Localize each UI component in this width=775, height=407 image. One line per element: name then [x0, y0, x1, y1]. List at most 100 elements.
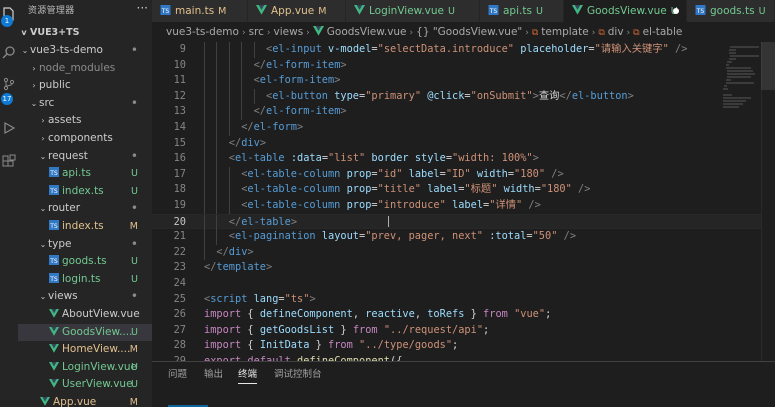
code-line[interactable]: 16 <el-table :data="list" border style="w… — [152, 151, 775, 167]
vue-file-icon — [49, 379, 59, 389]
panel-tab[interactable]: 问题 — [168, 366, 187, 384]
code-line[interactable]: 9 <el-input v-model="selectData.introduce… — [152, 42, 775, 58]
line-number: 12 — [173, 89, 186, 102]
search-icon[interactable] — [1, 44, 17, 60]
tree-item[interactable]: TS api.ts U — [18, 165, 152, 183]
tree-item[interactable]: App.vue M — [18, 394, 152, 407]
code-line[interactable]: 14 </el-form> — [152, 120, 775, 136]
tree-item[interactable]: ⌄ vue3-ts-demo • — [18, 42, 152, 60]
tree-item[interactable]: ⌄ router • — [18, 200, 152, 218]
git-status-badge: U — [131, 185, 138, 197]
editor-tab[interactable]: TS api.ts U — [480, 0, 564, 22]
workspace-header[interactable]: v VUE3+TS — [18, 24, 152, 41]
extensions-icon[interactable] — [1, 154, 17, 170]
tree-item[interactable]: HomeView.... M — [18, 341, 152, 359]
panel-tab[interactable]: 调试控制台 — [274, 366, 322, 384]
code-line[interactable]: 18 <el-table-column prop="title" label="标… — [152, 182, 775, 198]
tree-item[interactable]: TS index.ts M — [18, 218, 152, 236]
tab-status-badge: U — [447, 6, 455, 17]
breadcrumb-item[interactable]: GoodsView.vue — [327, 26, 407, 38]
editor-tab[interactable]: LoginView.vue U — [346, 0, 480, 22]
chevron-down-icon: ⌄ — [30, 98, 38, 108]
line-number: 15 — [173, 136, 186, 149]
tree-item[interactable]: ⌄ type • — [18, 236, 152, 254]
svg-text:TS: TS — [49, 276, 58, 283]
editor-tabs: TS main.ts M App.vue M LoginView.vue U TS api.ts… — [152, 0, 775, 22]
tree-item-label: components — [48, 132, 113, 144]
code-line[interactable]: 12 <el-button type="primary" @click="onSu… — [152, 88, 775, 105]
tree-item[interactable]: TS goods.ts U — [18, 253, 152, 271]
tree-item[interactable]: TS index.ts U — [18, 183, 152, 201]
code-line[interactable]: 15 </div> — [152, 135, 775, 152]
git-status-badge: • — [130, 289, 138, 304]
vue-file-icon — [49, 326, 59, 336]
breadcrumb-item[interactable]: template — [541, 26, 588, 38]
tab-status-badge: M — [318, 6, 327, 17]
code-line[interactable]: 21 <el-pagination layout="prev, pager, ne… — [152, 229, 775, 245]
code-line[interactable]: 24 — [152, 276, 775, 292]
tab-label: api.ts — [503, 5, 532, 17]
minimap[interactable] — [721, 42, 761, 361]
code-line[interactable]: 26 import { defineComponent, reactive, to… — [152, 307, 775, 323]
line-number: 11 — [173, 74, 186, 87]
code-editor[interactable]: 9 <el-input v-model="selectData.introduce… — [152, 42, 775, 361]
code-line[interactable]: 13 </el-form-item> — [152, 104, 775, 120]
tree-item[interactable]: › node_modules — [18, 60, 152, 78]
git-status-badge: M — [129, 344, 138, 356]
scrollbar-thumb[interactable] — [761, 42, 775, 90]
panel-tab[interactable]: 终端 — [238, 366, 258, 384]
svg-text:TS: TS — [489, 8, 498, 15]
code-line[interactable]: 22 </div> — [152, 244, 775, 261]
breadcrumb-item[interactable]: el-table — [643, 26, 683, 38]
git-status-badge: M — [129, 397, 138, 407]
tree-item[interactable]: GoodsView.... U — [18, 323, 152, 342]
breadcrumb-item[interactable]: div — [608, 26, 624, 38]
source-control-icon[interactable] — [1, 76, 17, 92]
chevron-right-icon: › — [41, 134, 45, 143]
panel-tab[interactable]: 输出 — [204, 366, 223, 384]
code-line[interactable]: 28 import { InitData } from "../type/good… — [152, 338, 775, 354]
tree-item[interactable]: › assets — [18, 112, 152, 130]
code-line[interactable]: 25 <script lang="ts"> — [152, 292, 775, 308]
tree-item[interactable]: TS login.ts U — [18, 271, 152, 289]
git-status-badge: U — [131, 379, 138, 391]
code-line[interactable]: 11 <el-form-item> — [152, 73, 775, 89]
tree-item[interactable]: LoginView.vue U — [18, 359, 152, 377]
line-number: 9 — [179, 43, 186, 55]
tab-status-badge: U — [758, 6, 766, 17]
code-line[interactable]: 27 import { getGoodsList } from "../reque… — [152, 323, 775, 339]
breadcrumb-item[interactable]: views — [274, 26, 304, 38]
editor-tab[interactable]: App.vue M — [248, 0, 346, 22]
tree-item[interactable]: › public — [18, 77, 152, 95]
more-actions-icon[interactable]: ··· — [137, 1, 148, 15]
code-line[interactable]: 29 export default defineComponent({ — [152, 354, 775, 361]
code-line[interactable]: 17 <el-table-column prop="id" label="ID" … — [152, 166, 775, 183]
breadcrumb-item[interactable]: {} "GoodsView.vue" — [416, 26, 522, 38]
code-text: </el-form-item> — [253, 105, 347, 118]
editor-tab[interactable]: GoodsView.vueU — [564, 0, 687, 22]
source-control-badge: 17 — [1, 93, 13, 105]
workspace-name: VUE3+TS — [30, 27, 80, 38]
breadcrumb-item[interactable]: vue3-ts-demo — [166, 26, 239, 38]
editor-tab[interactable]: TS main.ts M — [152, 0, 248, 22]
code-line[interactable]: 19 <el-table-column prop="introduce" labe… — [152, 198, 775, 214]
editor-tab[interactable]: TS goods.ts U — [687, 0, 775, 22]
unsaved-dot-icon[interactable] — [673, 8, 679, 14]
svg-text:TS: TS — [49, 258, 58, 265]
typescript-file-icon: TS — [49, 167, 59, 178]
breadcrumb-item[interactable]: src — [249, 26, 264, 38]
tree-item[interactable]: ⌄ request • — [18, 148, 152, 166]
tree-item-label: index.ts — [62, 184, 104, 197]
chevron-down-icon: ⌄ — [39, 292, 47, 302]
run-debug-icon[interactable] — [1, 120, 17, 136]
code-line[interactable]: 20 </el-table> — [152, 213, 775, 231]
code-text: </template> — [204, 261, 273, 274]
tree-item[interactable]: ⌄ src • — [18, 95, 152, 113]
code-line[interactable]: 10 </el-form-item> — [152, 57, 775, 74]
tree-item[interactable]: UserView.vue U — [18, 376, 152, 394]
code-line[interactable]: 23 </template> — [152, 260, 775, 276]
tree-item[interactable]: ⌄ views • — [18, 288, 152, 306]
tree-item[interactable]: AboutView.vue — [18, 306, 152, 324]
breadcrumb-separator-icon: › — [525, 28, 529, 38]
tree-item[interactable]: › components — [18, 130, 152, 148]
